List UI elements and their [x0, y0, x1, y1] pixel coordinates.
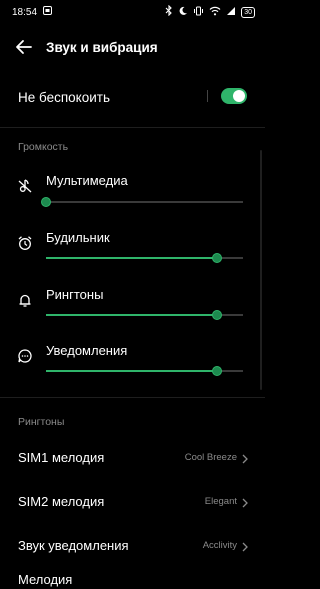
- chevron-right-icon: [241, 496, 249, 508]
- volume-ringtone-slider[interactable]: [46, 310, 243, 320]
- section-divider: [0, 127, 265, 128]
- toggle-knob: [233, 90, 245, 102]
- do-not-disturb-toggle[interactable]: [221, 88, 247, 104]
- notification-sound-label: Звук уведомления: [18, 538, 129, 553]
- status-bar: 18:54 30: [0, 0, 265, 24]
- notification-sound-row[interactable]: Звук уведомления Acclivity: [0, 526, 265, 566]
- bluetooth-icon: [165, 4, 173, 19]
- vibrate-icon: [193, 6, 204, 19]
- slider-fill: [46, 314, 218, 316]
- slider-thumb[interactable]: [212, 366, 223, 376]
- slider-track: [46, 201, 243, 203]
- sim1-ringtone-label: SIM1 мелодия: [18, 450, 105, 465]
- slider-fill: [46, 257, 218, 259]
- sim1-ringtone-row[interactable]: SIM1 мелодия Cool Breeze: [0, 438, 265, 478]
- vertical-divider: [207, 90, 208, 102]
- chat-bubble-icon: [17, 348, 33, 364]
- sim2-ringtone-value: Elegant: [204, 496, 237, 507]
- volume-section-label: Громкость: [18, 141, 69, 153]
- battery-indicator: 30: [241, 6, 255, 18]
- volume-ringtone-label: Рингтоны: [46, 287, 104, 302]
- melody-row-label[interactable]: Мелодия: [18, 572, 72, 587]
- slider-thumb[interactable]: [41, 197, 51, 207]
- app-bar: Звук и вибрация: [0, 30, 265, 64]
- wifi-icon: [209, 6, 221, 19]
- section-divider: [0, 397, 265, 398]
- back-arrow-icon[interactable]: [13, 37, 35, 57]
- sim2-ringtone-label: SIM2 мелодия: [18, 494, 105, 509]
- moon-icon: [178, 6, 188, 19]
- slider-fill: [46, 370, 218, 372]
- scrollbar[interactable]: [260, 150, 262, 390]
- slider-thumb[interactable]: [212, 310, 223, 320]
- chevron-right-icon: [241, 540, 249, 552]
- volume-notification-slider[interactable]: [46, 366, 243, 376]
- alarm-icon: [17, 235, 33, 251]
- chevron-right-icon: [241, 452, 249, 464]
- volume-notification-label: Уведомления: [46, 343, 128, 358]
- sim1-ringtone-value: Cool Breeze: [184, 452, 237, 463]
- volume-alarm-label: Будильник: [46, 230, 110, 245]
- do-not-disturb-label: Не беспокоить: [18, 89, 110, 105]
- sim-icon: [43, 6, 53, 18]
- ringtones-section-label: Рингтоны: [18, 416, 65, 428]
- media-muted-icon: [17, 178, 33, 194]
- slider-thumb[interactable]: [212, 253, 223, 263]
- volume-alarm-slider[interactable]: [46, 253, 243, 263]
- signal-icon: [226, 6, 236, 19]
- status-time: 18:54: [12, 6, 38, 18]
- bell-icon: [17, 292, 33, 308]
- volume-media-label: Мультимедиа: [46, 173, 128, 188]
- volume-media-slider[interactable]: [41, 197, 243, 207]
- page-title: Звук и вибрация: [46, 39, 158, 55]
- sim2-ringtone-row[interactable]: SIM2 мелодия Elegant: [0, 482, 265, 522]
- notification-sound-value: Acclivity: [202, 540, 237, 551]
